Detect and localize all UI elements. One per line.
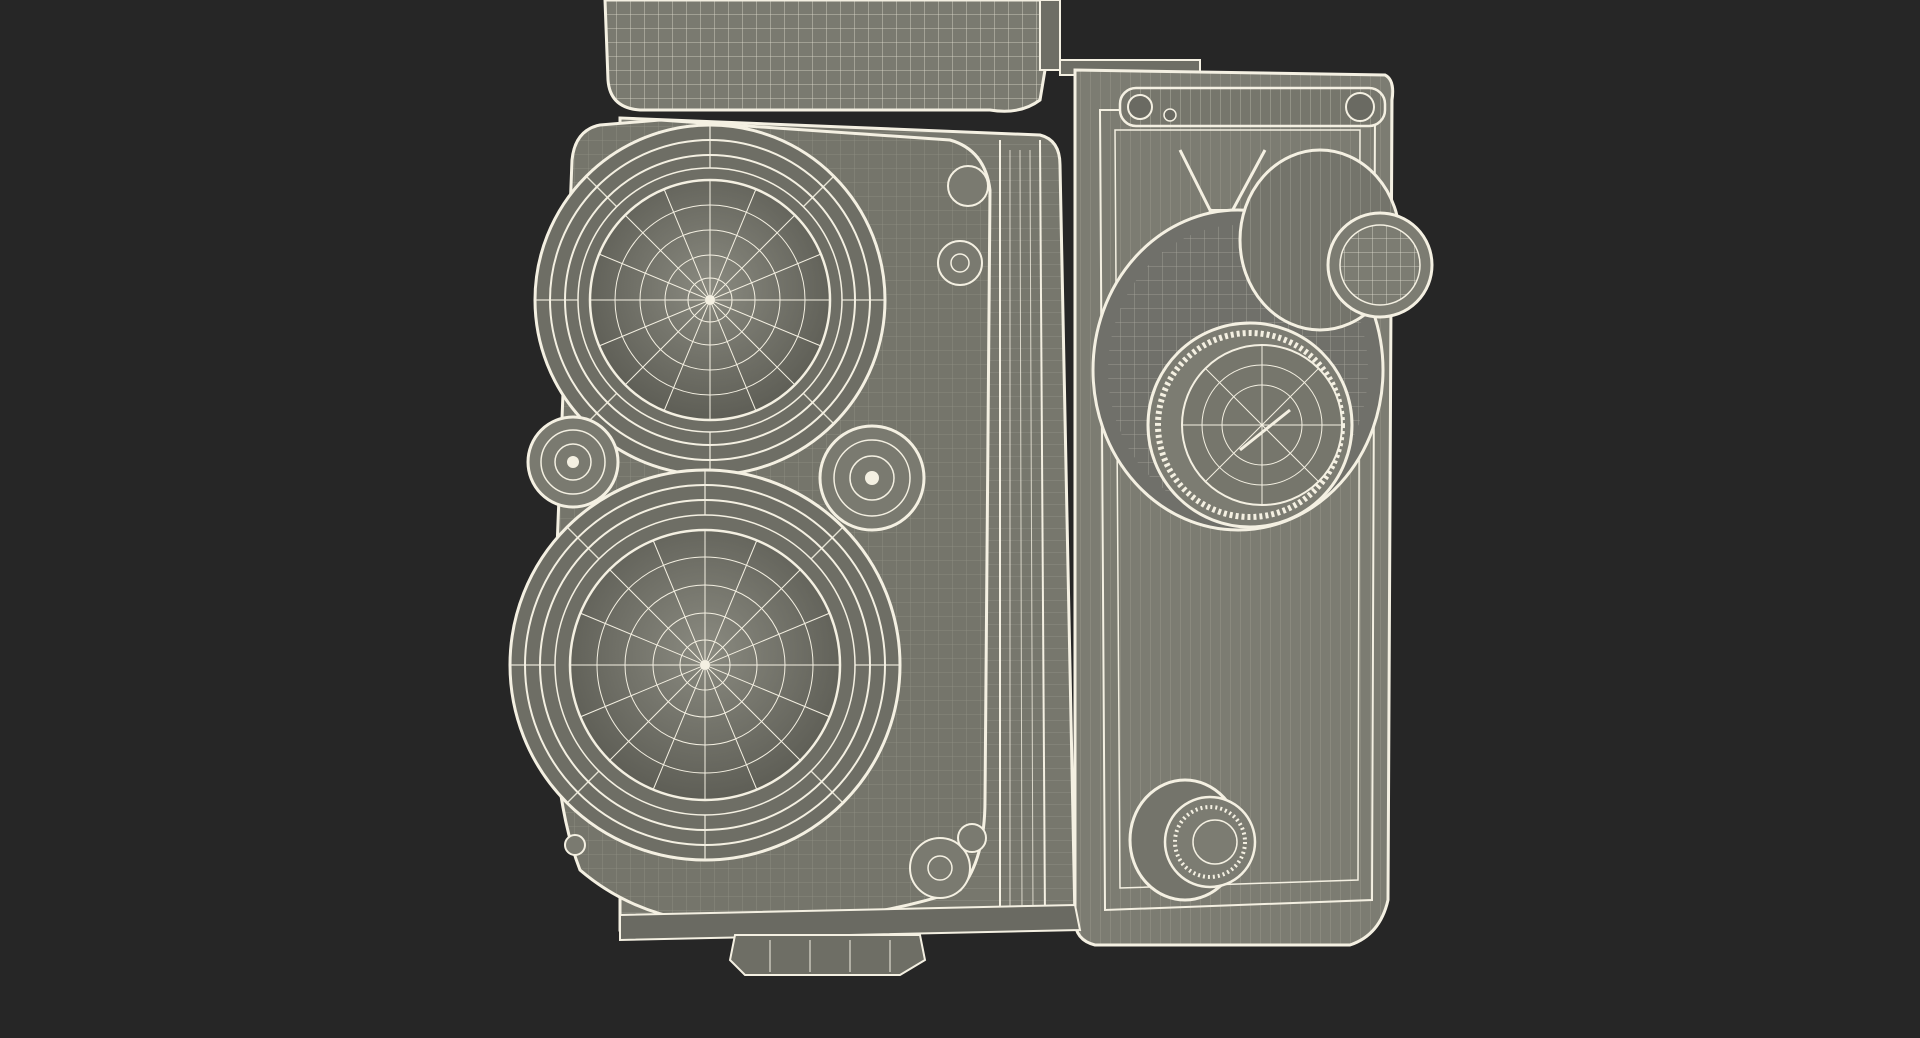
taking-lens [508, 468, 902, 862]
render-viewport [0, 0, 1920, 1038]
base-plate [619, 903, 1082, 976]
winding-knob [1238, 148, 1434, 332]
shutter-speed-knob [818, 424, 926, 532]
aperture-knob [526, 415, 620, 509]
camera-wireframe-render [508, 0, 1434, 976]
